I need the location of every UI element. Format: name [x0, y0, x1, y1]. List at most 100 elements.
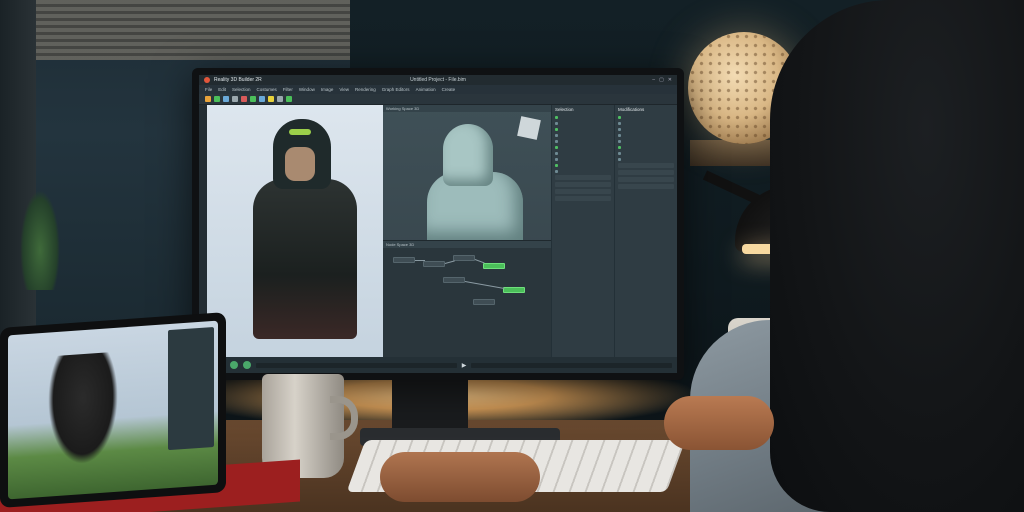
app-logo-icon [204, 77, 210, 83]
graph-wire [445, 260, 455, 264]
tree-item[interactable] [555, 133, 611, 137]
play-icon[interactable]: ▶ [462, 362, 467, 369]
menu-view[interactable]: View [339, 87, 349, 92]
tablet-character [48, 352, 118, 467]
selection-panel: Selection [551, 105, 614, 357]
model-area[interactable] [383, 112, 551, 240]
timeline-track[interactable] [471, 363, 672, 368]
tree-item[interactable] [618, 121, 674, 125]
bottom-tool-icon[interactable] [230, 361, 238, 369]
tool-icon[interactable] [214, 96, 220, 102]
workspace: Working Space 3D Node Space 3D [199, 105, 677, 357]
graph-node[interactable] [443, 277, 465, 283]
property-row[interactable] [618, 177, 674, 182]
graph-node[interactable] [453, 255, 475, 261]
tool-icon[interactable] [268, 96, 274, 102]
toolbar [199, 94, 677, 105]
window-blinds [30, 0, 350, 60]
property-row[interactable] [618, 184, 674, 189]
graph-node-active[interactable] [483, 263, 505, 269]
view-cube-icon[interactable] [517, 116, 541, 140]
menu-selection[interactable]: Selection [232, 87, 251, 92]
property-row[interactable] [555, 189, 611, 194]
tool-icon[interactable] [232, 96, 238, 102]
right-panels: Selection [551, 105, 677, 357]
plant [20, 190, 60, 290]
maximize-icon[interactable]: ▢ [659, 77, 664, 83]
tree-item[interactable] [618, 127, 674, 131]
tree-item[interactable] [555, 115, 611, 119]
graph-node[interactable] [393, 257, 415, 263]
property-row[interactable] [555, 182, 611, 187]
minimize-icon[interactable]: – [652, 77, 655, 83]
tool-icon[interactable] [241, 96, 247, 102]
menu-costumes[interactable]: Costumes [257, 87, 277, 92]
menu-rendering[interactable]: Rendering [355, 87, 376, 92]
graph-node[interactable] [423, 261, 445, 267]
tablet [0, 312, 226, 508]
tool-icon[interactable] [250, 96, 256, 102]
menu-graph-editors[interactable]: Graph Editors [382, 87, 410, 92]
character-photo [227, 115, 373, 335]
tool-icon[interactable] [205, 96, 211, 102]
document-title: Untitled Project - File.bim [410, 77, 466, 83]
bottom-bar: ▶ [199, 357, 677, 373]
tablet-side-panel [168, 327, 214, 450]
tree-item[interactable] [618, 139, 674, 143]
menu-edit[interactable]: Edit [218, 87, 226, 92]
3d-app-window: Reality 3D Builder 2R Untitled Project -… [199, 75, 677, 373]
modifications-panel: Modifications [614, 105, 677, 357]
tree-item[interactable] [555, 121, 611, 125]
graph-wire [465, 281, 505, 289]
title-bar: Reality 3D Builder 2R Untitled Project -… [199, 75, 677, 85]
property-row[interactable] [618, 170, 674, 175]
person-hand-keyboard [380, 452, 540, 502]
node-graph[interactable]: Node Space 3D [383, 240, 551, 357]
monitor: Reality 3D Builder 2R Untitled Project -… [192, 68, 684, 380]
menu-create[interactable]: Create [442, 87, 456, 92]
menu-image[interactable]: Image [321, 87, 334, 92]
menu-animation[interactable]: Animation [416, 87, 436, 92]
bottom-tool-icon[interactable] [243, 361, 251, 369]
character-mesh-hood [443, 124, 493, 186]
tree-item[interactable] [555, 157, 611, 161]
tree-item[interactable] [555, 139, 611, 143]
graph-label: Node Space 3D [383, 241, 551, 248]
close-icon[interactable]: ✕ [668, 77, 672, 83]
menu-window[interactable]: Window [299, 87, 315, 92]
person-hand-mouse [664, 396, 774, 450]
selection-panel-title: Selection [555, 107, 611, 113]
tree-item[interactable] [618, 115, 674, 119]
tree-item[interactable] [555, 169, 611, 173]
desk-scene: Reality 3D Builder 2R Untitled Project -… [0, 0, 1024, 512]
menu-filter[interactable]: Filter [283, 87, 293, 92]
property-row[interactable] [618, 163, 674, 168]
tree-item[interactable] [618, 133, 674, 137]
reference-viewport[interactable] [207, 105, 383, 357]
graph-node-active[interactable] [503, 287, 525, 293]
tree-item[interactable] [618, 157, 674, 161]
graph-wire [475, 259, 485, 263]
tree-item[interactable] [555, 163, 611, 167]
person [770, 0, 1024, 512]
animation-timeline[interactable] [256, 363, 457, 368]
tool-icon[interactable] [277, 96, 283, 102]
menu-file[interactable]: File [205, 87, 212, 92]
menu-bar: File Edit Selection Costumes Filter Wind… [199, 85, 677, 94]
tool-icon[interactable] [259, 96, 265, 102]
tablet-screen [8, 321, 218, 500]
graph-node[interactable] [473, 299, 495, 305]
tree-item[interactable] [555, 127, 611, 131]
app-title: Reality 3D Builder 2R [214, 77, 262, 83]
tree-item[interactable] [618, 145, 674, 149]
property-row[interactable] [555, 196, 611, 201]
tree-item[interactable] [555, 151, 611, 155]
model-viewport[interactable]: Working Space 3D Node Space 3D [383, 105, 551, 357]
tree-item[interactable] [555, 145, 611, 149]
viewport-label: Working Space 3D [383, 105, 551, 112]
tool-icon[interactable] [286, 96, 292, 102]
tree-item[interactable] [618, 151, 674, 155]
modifications-panel-title: Modifications [618, 107, 674, 113]
property-row[interactable] [555, 175, 611, 180]
tool-icon[interactable] [223, 96, 229, 102]
